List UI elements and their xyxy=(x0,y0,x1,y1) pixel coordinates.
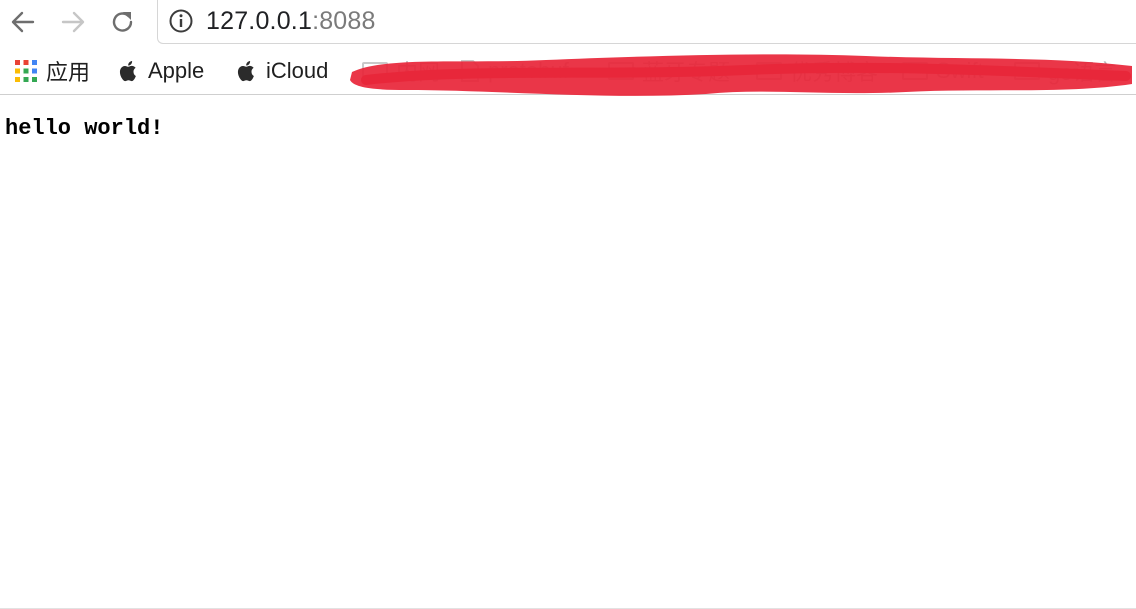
forward-button[interactable] xyxy=(56,6,90,38)
bookmark-label: iCloud xyxy=(266,58,329,83)
apple-logo-icon xyxy=(237,61,254,82)
bookmarks-bar: 应用 Apple iCloud 内网 protobuf 蓝牙专题 优秀博客 Sw… xyxy=(0,47,1136,95)
body-text: hello world! xyxy=(5,116,164,141)
folder-icon xyxy=(1014,62,1040,80)
url-text[interactable]: 127.0.0.1:8088 xyxy=(206,6,376,36)
url-host: 127.0.0.1 xyxy=(206,7,313,35)
folder-icon xyxy=(362,62,388,80)
apple-logo-icon xyxy=(119,61,136,82)
bookmark-label: Swift xyxy=(936,58,984,83)
bookmark-label: Apple xyxy=(148,58,205,83)
page-icon xyxy=(461,60,479,82)
bookmark-label: 蓝牙专题 xyxy=(642,60,731,85)
address-bar[interactable]: 127.0.0.1:8088 xyxy=(157,0,1136,44)
reload-icon xyxy=(112,12,133,32)
apps-grid-icon xyxy=(15,60,37,82)
reload-button[interactable] xyxy=(106,6,140,38)
bookmark-apple[interactable]: Apple xyxy=(118,57,204,85)
folder-icon xyxy=(902,62,928,80)
info-icon[interactable] xyxy=(168,8,194,34)
folder-icon xyxy=(608,62,634,80)
folder-icon xyxy=(756,62,782,80)
bookmark-protobuf[interactable]: protobuf xyxy=(460,57,569,85)
bookmark-label: 应用 xyxy=(46,60,91,85)
bookmark-label: protobuf xyxy=(488,58,569,83)
bookmark-golang[interactable]: go语言 xyxy=(1014,57,1116,85)
bookmark-apps[interactable]: 应用 xyxy=(14,57,90,85)
url-port: :8088 xyxy=(312,7,376,35)
bookmark-intranet[interactable]: 内网 xyxy=(362,57,440,85)
bookmark-blogs[interactable]: 优秀博客 xyxy=(756,57,878,85)
arrow-left-icon xyxy=(11,11,35,33)
bookmark-swift[interactable]: Swift xyxy=(902,57,984,85)
page-content: hello world! xyxy=(0,96,1136,609)
bookmark-label: go语言 xyxy=(1048,60,1117,85)
bookmark-bluetooth[interactable]: 蓝牙专题 xyxy=(608,57,730,85)
arrow-right-icon xyxy=(61,11,85,33)
bookmark-label: 优秀博客 xyxy=(790,60,879,85)
bookmark-icloud[interactable]: iCloud xyxy=(236,57,328,85)
bookmark-label: 内网 xyxy=(396,60,441,85)
back-button[interactable] xyxy=(6,6,40,38)
browser-toolbar: 127.0.0.1:8088 xyxy=(0,0,1136,44)
